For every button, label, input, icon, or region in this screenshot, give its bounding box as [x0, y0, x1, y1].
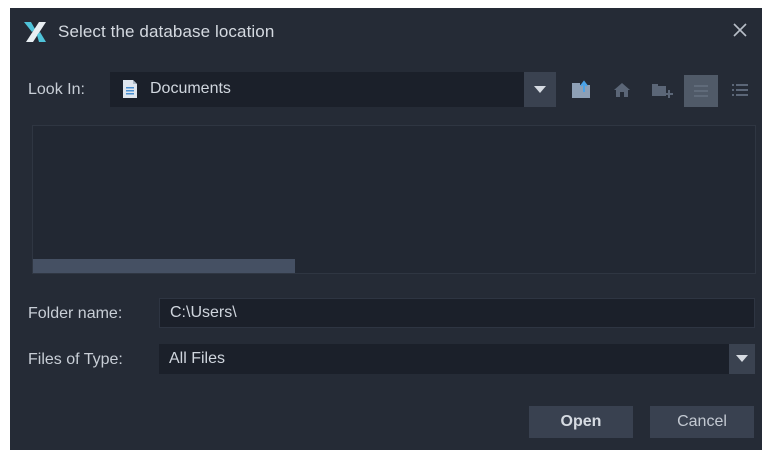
folder-name-input[interactable] — [160, 299, 754, 327]
title-bar: Select the database location — [10, 8, 762, 56]
chevron-down-icon[interactable] — [729, 344, 755, 374]
close-icon[interactable] — [730, 20, 750, 40]
file-chooser-dialog: Select the database location Look In: Do… — [10, 8, 762, 450]
file-list-pane[interactable] — [32, 125, 756, 274]
dialog-title: Select the database location — [58, 22, 275, 41]
files-of-type-value: All Files — [169, 350, 226, 367]
look-in-label: Look In: — [28, 81, 85, 98]
up-one-level-icon[interactable] — [570, 78, 594, 102]
document-folder-icon — [122, 79, 138, 99]
folder-name-label: Folder name: — [28, 305, 123, 322]
chevron-down-icon[interactable] — [524, 72, 556, 107]
look-in-value: Documents — [150, 80, 231, 97]
home-icon[interactable] — [610, 78, 634, 102]
app-logo-icon — [24, 22, 46, 42]
new-folder-icon[interactable] — [650, 78, 674, 102]
list-view-icon[interactable] — [684, 75, 718, 107]
look-in-combo[interactable]: Documents — [110, 72, 556, 107]
files-of-type-label: Files of Type: — [28, 351, 123, 368]
folder-name-field[interactable] — [159, 298, 755, 328]
open-button[interactable]: Open — [529, 406, 633, 438]
horizontal-scrollbar[interactable] — [33, 259, 295, 273]
details-view-icon[interactable] — [728, 78, 752, 102]
cancel-button[interactable]: Cancel — [650, 406, 754, 438]
files-of-type-combo[interactable]: All Files — [159, 344, 755, 374]
